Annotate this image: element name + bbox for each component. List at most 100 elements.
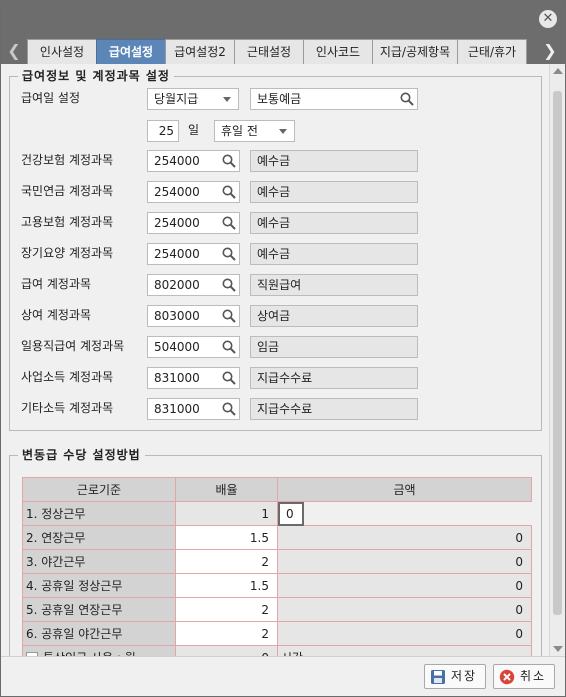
ordinary-wage-cell: 통상임금 사용 : 월: [22, 645, 176, 656]
account-label: 급여 계정과목: [21, 277, 92, 291]
account-name-field: 지급수수료: [250, 367, 418, 389]
tab-pay-deduction-items[interactable]: 지급/공제항목: [372, 39, 458, 64]
account-code-field[interactable]: 802000: [147, 274, 240, 296]
account-code-value: 254000: [154, 216, 200, 230]
table-row: 6. 공휴일 야간근무 2 0: [22, 621, 532, 646]
column-header-standard: 근로기준: [22, 477, 176, 502]
account-label: 상여 계정과목: [21, 308, 92, 322]
tab-attendance-leave[interactable]: 근태/휴가: [457, 39, 527, 64]
payday-day-input[interactable]: 25: [147, 120, 179, 142]
account-code-value: 254000: [154, 247, 200, 261]
account-code-field[interactable]: 254000: [147, 212, 240, 234]
column-header-amount: 금액: [277, 477, 532, 502]
search-icon[interactable]: [222, 247, 236, 261]
account-name-field: 예수금: [250, 181, 418, 203]
table-header-row: 근로기준 배율 금액: [22, 477, 532, 502]
save-button[interactable]: 저장: [424, 664, 486, 689]
chevron-down-icon: [279, 129, 287, 134]
tab-hr-codes[interactable]: 인사코드: [303, 39, 373, 64]
row-amount-cell[interactable]: 0: [277, 525, 532, 550]
table-row: 2. 연장근무 1.5 0: [22, 525, 532, 550]
row-rate-cell[interactable]: 2: [175, 597, 278, 622]
account-name-field: 예수금: [250, 243, 418, 265]
tab-scroll-left-icon[interactable]: ❮: [5, 39, 23, 63]
account-label: 건강보험 계정과목: [21, 153, 114, 167]
ordinary-wage-row: 통상임금 사용 : 월0시간: [22, 645, 532, 656]
content-area: 급여정보 및 계정과목 설정 급여일 설정 당월지급 보통예금 25 일 휴일 …: [1, 64, 549, 656]
tab-scroll-right-icon[interactable]: ❯: [541, 39, 559, 63]
row-rate-cell[interactable]: 2: [175, 621, 278, 646]
tab-payroll-settings[interactable]: 급여설정: [96, 39, 166, 64]
search-icon[interactable]: [222, 185, 236, 199]
row-rate-cell[interactable]: 1.5: [175, 525, 278, 550]
tab-hr-settings[interactable]: 인사설정: [27, 39, 97, 64]
table-row: 4. 공휴일 정상근무 1.5 0: [22, 573, 532, 598]
payment-account-value: 보통예금: [257, 92, 302, 106]
account-code-value: 254000: [154, 154, 200, 168]
payment-account-field[interactable]: 보통예금: [250, 88, 418, 110]
variable-pay-legend: 변동급 수당 설정방법: [18, 448, 145, 462]
row-amount-cell[interactable]: 0: [277, 573, 532, 598]
search-icon[interactable]: [222, 371, 236, 385]
account-code-field[interactable]: 254000: [147, 243, 240, 265]
search-icon[interactable]: [400, 92, 414, 106]
row-amount-cell[interactable]: 0: [278, 502, 304, 526]
search-icon[interactable]: [222, 216, 236, 230]
account-name-field: 예수금: [250, 150, 418, 172]
payday-day-unit: 일: [188, 123, 200, 137]
account-name-field: 임금: [250, 336, 418, 358]
search-icon[interactable]: [222, 154, 236, 168]
account-code-value: 803000: [154, 309, 200, 323]
account-code-field[interactable]: 803000: [147, 305, 240, 327]
cancel-button-label: 취소: [520, 669, 547, 683]
ordinary-wage-hours-cell[interactable]: 0: [175, 645, 278, 656]
account-label: 장기요양 계정과목: [21, 246, 114, 260]
account-code-field[interactable]: 831000: [147, 398, 240, 420]
account-code-field[interactable]: 831000: [147, 367, 240, 389]
row-standard-cell: 3. 야간근무: [22, 549, 176, 574]
variable-pay-table: 근로기준 배율 금액 1. 정상근무 1 0 2. 연장근무 1.5 0 3. 야간근무 2 0…: [22, 477, 532, 656]
search-icon[interactable]: [222, 402, 236, 416]
variable-pay-rows: 1. 정상근무 1 0 2. 연장근무 1.5 0 3. 야간근무 2 0 4. 공휴일 정상근무…: [22, 501, 532, 656]
search-icon[interactable]: [222, 309, 236, 323]
account-code-field[interactable]: 254000: [147, 150, 240, 172]
chevron-down-icon: [223, 97, 231, 102]
row-standard-cell: 2. 연장근무: [22, 525, 176, 550]
row-standard-cell: 1. 정상근무: [22, 501, 176, 526]
row-amount-cell[interactable]: 0: [277, 549, 532, 574]
account-code-value: 254000: [154, 185, 200, 199]
row-rate-cell[interactable]: 2: [175, 549, 278, 574]
row-amount-cell[interactable]: 0: [277, 597, 532, 622]
account-code-value: 831000: [154, 402, 200, 416]
account-label: 기타소득 계정과목: [21, 401, 114, 415]
account-code-field[interactable]: 504000: [147, 336, 240, 358]
row-rate-cell[interactable]: 1: [175, 501, 278, 526]
cancel-button[interactable]: 취소: [493, 664, 555, 689]
title-bar: ✕: [1, 1, 565, 35]
scroll-up-icon[interactable]: [553, 68, 563, 74]
account-label: 국민연금 계정과목: [21, 184, 114, 198]
tab-payroll-settings-2[interactable]: 급여설정2: [165, 39, 235, 64]
save-button-label: 저장: [451, 669, 478, 683]
dialog-footer: 저장 취소: [1, 656, 565, 696]
search-icon[interactable]: [222, 340, 236, 354]
tab-list: 인사설정 급여설정 급여설정2 근태설정 인사코드 지급/공제항목 근태/휴가: [27, 39, 543, 64]
account-code-field[interactable]: 254000: [147, 181, 240, 203]
row-rate-cell[interactable]: 1.5: [175, 573, 278, 598]
tab-bar: ❮ 인사설정 급여설정 급여설정2 근태설정 인사코드 지급/공제항목 근태/휴가 ❯: [1, 35, 565, 64]
save-icon: [431, 670, 445, 684]
holiday-rule-select[interactable]: 휴일 전: [214, 120, 295, 142]
pay-timing-select[interactable]: 당월지급: [147, 88, 239, 110]
row-amount-cell[interactable]: 0: [277, 621, 532, 646]
close-icon[interactable]: ✕: [539, 10, 557, 28]
column-header-rate: 배율: [175, 477, 278, 502]
row-standard-cell: 4. 공휴일 정상근무: [22, 573, 176, 598]
tab-attendance-settings[interactable]: 근태설정: [234, 39, 304, 64]
table-row: 5. 공휴일 연장근무 2 0: [22, 597, 532, 622]
vertical-scrollbar[interactable]: [549, 64, 565, 656]
search-icon[interactable]: [222, 278, 236, 292]
scrollbar-thumb[interactable]: [553, 91, 562, 615]
scroll-down-icon[interactable]: [553, 646, 563, 652]
table-row: 3. 야간근무 2 0: [22, 549, 532, 574]
account-settings-group: 급여정보 및 계정과목 설정 급여일 설정 당월지급 보통예금 25 일 휴일 …: [9, 69, 542, 431]
